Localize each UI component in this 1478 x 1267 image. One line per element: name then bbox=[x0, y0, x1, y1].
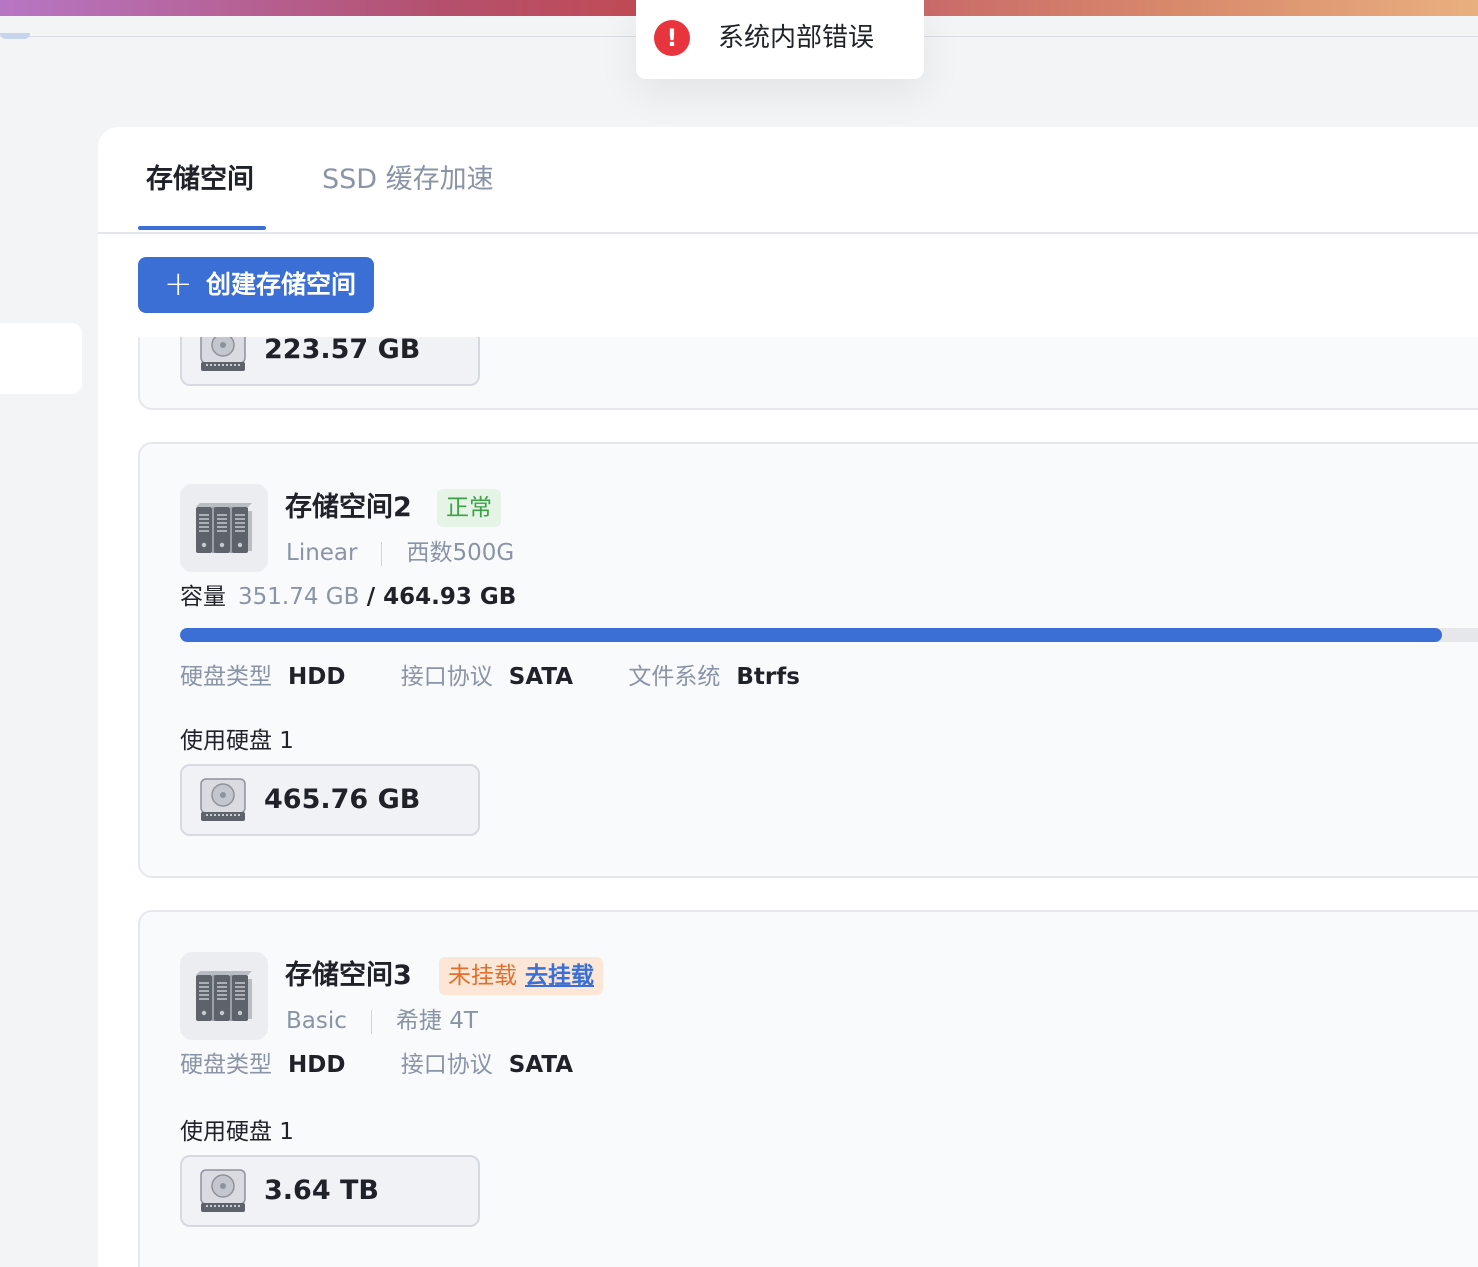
pool-subtitle: Linear 西数500G bbox=[286, 537, 514, 569]
hard-disk-icon bbox=[200, 1169, 246, 1212]
disk-size: 223.57 GB bbox=[264, 337, 421, 365]
pool-name: 存储空间3 bbox=[285, 960, 412, 991]
prop-disk-type: 硬盘类型 HDD bbox=[180, 664, 346, 690]
disk-model: 希捷 4T bbox=[395, 1008, 478, 1034]
tab-bar: 存储空间 SSD 缓存加速 bbox=[98, 127, 1478, 234]
storage-main-panel: 存储空间 SSD 缓存加速 + 创建存储空间 223.57 GB 存储空间2 正… bbox=[98, 127, 1478, 1267]
prop-interface: 接口协议 SATA bbox=[400, 664, 574, 690]
create-storage-button[interactable]: + 创建存储空间 bbox=[138, 257, 374, 313]
disks-used-label: 使用硬盘 1 bbox=[180, 728, 294, 754]
disk-chip[interactable]: 223.57 GB bbox=[180, 337, 480, 386]
disk-chip[interactable]: 465.76 GB bbox=[180, 764, 480, 836]
storage-pool-card: 存储空间3 未挂载 去挂载 Basic 希捷 4T 硬盘类型 HDD 接口协议 SATA… bbox=[138, 910, 1478, 1267]
sidebar-panel bbox=[0, 323, 82, 394]
plus-icon: + bbox=[164, 264, 193, 304]
storage-server-icon bbox=[180, 484, 268, 572]
pool-properties: 硬盘类型 HDD 接口协议 SATA 文件系统 Btrfs bbox=[180, 661, 848, 693]
capacity-progress-fill bbox=[180, 628, 1443, 642]
pool-subtitle: Basic 希捷 4T bbox=[286, 1005, 478, 1037]
storage-pool-card: 存储空间2 正常 Linear 西数500G 容量 351.74 GB / 464.… bbox=[138, 442, 1478, 878]
storage-pool-list[interactable]: 223.57 GB 存储空间2 正常 Linear 西数500G 容量 351.… bbox=[98, 337, 1478, 1267]
tab-ssd-cache[interactable]: SSD 缓存加速 bbox=[322, 160, 494, 200]
header-indicator bbox=[0, 33, 30, 39]
error-toast: ! 系统内部错误 bbox=[636, 0, 924, 79]
status-badge: 未挂载 去挂载 bbox=[439, 957, 603, 995]
toast-message: 系统内部错误 bbox=[718, 23, 875, 53]
disks-used-label: 使用硬盘 1 bbox=[180, 1119, 294, 1145]
hard-disk-icon bbox=[200, 778, 246, 821]
status-badge: 正常 bbox=[437, 489, 501, 527]
divider bbox=[381, 541, 383, 566]
prop-disk-type: 硬盘类型 HDD bbox=[180, 1052, 346, 1078]
hard-disk-icon bbox=[200, 337, 246, 371]
pool-properties: 硬盘类型 HDD 接口协议 SATA bbox=[180, 1049, 621, 1081]
storage-pool-card: 223.57 GB bbox=[138, 337, 1478, 410]
prop-filesystem: 文件系统 Btrfs bbox=[628, 664, 800, 690]
create-storage-label: 创建存储空间 bbox=[206, 270, 357, 299]
capacity-label: 容量 bbox=[180, 584, 226, 610]
divider bbox=[370, 1009, 372, 1034]
capacity-total: / 464.93 GB bbox=[366, 584, 517, 610]
storage-server-icon bbox=[180, 952, 268, 1040]
capacity-used: 351.74 GB bbox=[238, 584, 360, 610]
capacity-progress-bar bbox=[180, 628, 1478, 642]
active-tab-indicator bbox=[138, 226, 266, 230]
pool-name: 存储空间2 bbox=[285, 492, 412, 523]
disk-chip[interactable]: 3.64 TB bbox=[180, 1155, 480, 1227]
tab-storage-space[interactable]: 存储空间 bbox=[146, 160, 254, 200]
error-exclamation-icon: ! bbox=[654, 20, 690, 56]
disk-size: 465.76 GB bbox=[264, 784, 421, 815]
disk-size: 3.64 TB bbox=[264, 1175, 380, 1206]
mount-link[interactable]: 去挂载 bbox=[525, 963, 594, 989]
status-text: 未挂载 bbox=[448, 963, 517, 989]
raid-type: Linear bbox=[286, 540, 358, 566]
prop-interface: 接口协议 SATA bbox=[400, 1052, 574, 1078]
disk-model: 西数500G bbox=[406, 540, 515, 566]
raid-type: Basic bbox=[286, 1008, 347, 1034]
capacity-row: 容量 351.74 GB / 464.93 GB bbox=[180, 581, 516, 613]
status-text: 正常 bbox=[446, 495, 492, 521]
